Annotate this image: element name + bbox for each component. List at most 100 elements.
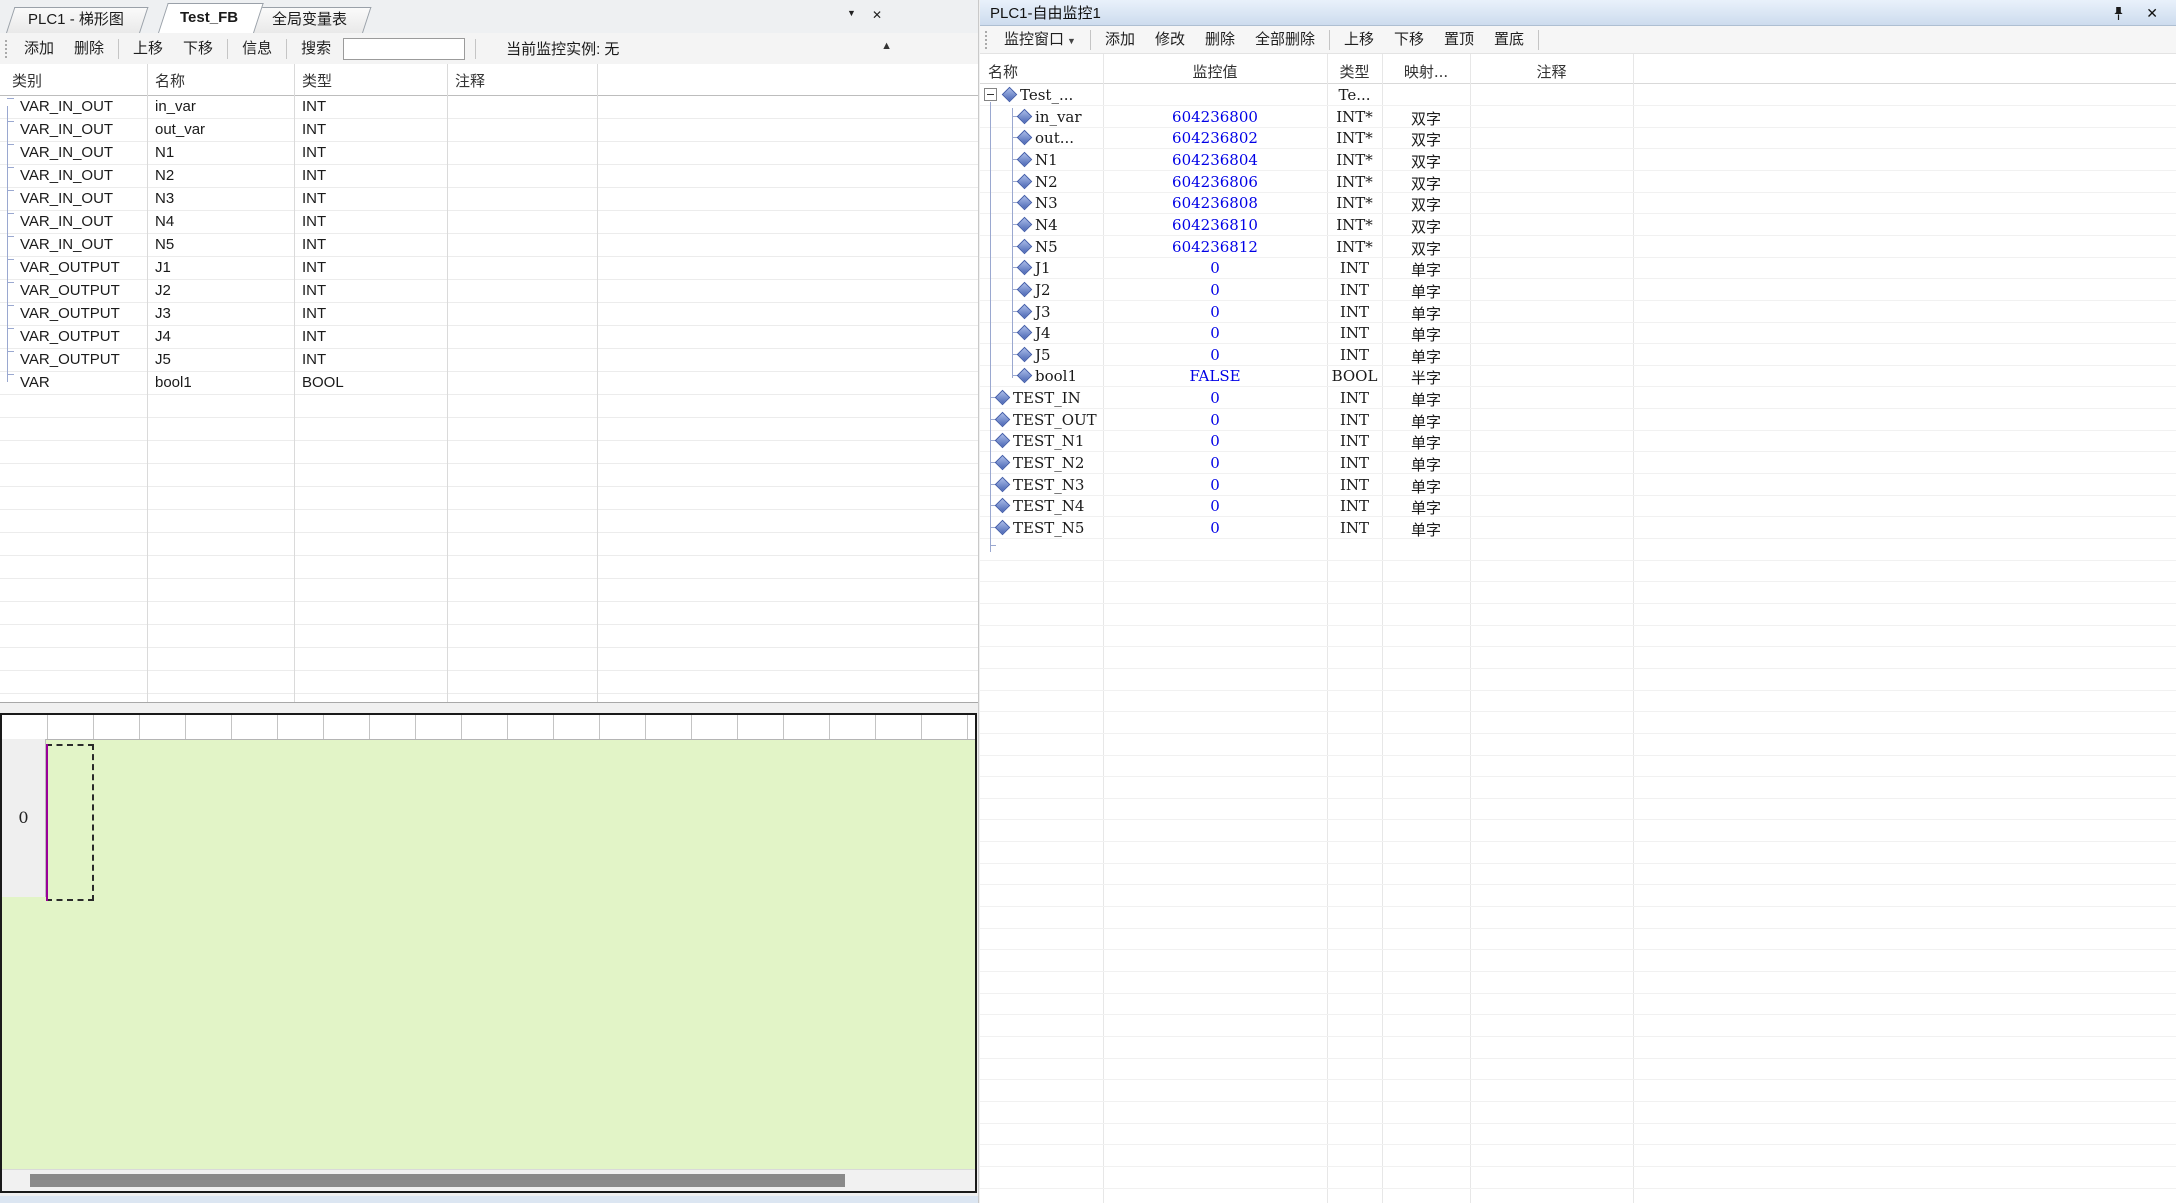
watch-row-item[interactable]: J30INT单字 xyxy=(980,301,2176,323)
watch-mapping-cell: 单字 xyxy=(1382,432,1470,453)
header-type[interactable]: 类型 xyxy=(302,70,332,91)
watch-row-item[interactable]: TEST_N50INT单字 xyxy=(980,517,2176,539)
watch-row-item[interactable]: J20INT单字 xyxy=(980,279,2176,301)
var-name-cell: J3 xyxy=(155,305,171,322)
tree-guide-line xyxy=(7,106,8,382)
watch-row-item[interactable]: TEST_N40INT单字 xyxy=(980,495,2176,517)
close-icon[interactable]: ✕ xyxy=(2146,5,2158,21)
delete-all-button[interactable]: 全部删除 xyxy=(1245,28,1325,52)
empty-watch-row xyxy=(980,604,2176,626)
var-type-cell: INT xyxy=(302,328,326,345)
watch-panel-controls: ✕ xyxy=(2113,5,2158,21)
toolbar-separator xyxy=(286,39,287,59)
pin-icon[interactable] xyxy=(2113,6,2124,21)
watch-row-item[interactable]: N4604236810INT*双字 xyxy=(980,214,2176,236)
monitor-window-menu-button[interactable]: 监控窗口▼ xyxy=(994,28,1086,52)
watch-name-cell: J5 xyxy=(1035,346,1051,364)
toolbar-separator xyxy=(475,39,476,59)
ladder-selected-cell[interactable] xyxy=(46,744,94,901)
tree-tick-icon xyxy=(7,213,14,214)
watch-row-item[interactable]: TEST_N10INT单字 xyxy=(980,430,2176,452)
column-divider[interactable] xyxy=(447,64,448,702)
tree-tick-icon xyxy=(7,351,14,352)
delete-watch-button[interactable]: 删除 xyxy=(1195,28,1245,52)
watch-row-item[interactable]: TEST_OUT0INT单字 xyxy=(980,409,2176,431)
add-watch-button[interactable]: 添加 xyxy=(1095,28,1145,52)
move-top-button[interactable]: 置顶 xyxy=(1434,28,1484,52)
watch-value-cell: 0 xyxy=(1103,476,1327,494)
watch-type-cell: INT* xyxy=(1327,173,1382,191)
tree-expander-collapse-icon[interactable] xyxy=(984,88,997,101)
move-down-button[interactable]: 下移 xyxy=(1384,28,1434,52)
header-category[interactable]: 类别 xyxy=(12,70,42,91)
column-divider[interactable] xyxy=(597,64,598,702)
watch-row-item[interactable]: J40INT单字 xyxy=(980,322,2176,344)
tab-list-dropdown-icon[interactable]: ▼ xyxy=(847,8,856,22)
variable-diamond-icon xyxy=(1017,217,1033,233)
header-comment[interactable]: 注释 xyxy=(455,70,485,91)
watch-name-cell: TEST_N2 xyxy=(1013,454,1084,472)
delete-variable-button[interactable]: 删除 xyxy=(64,37,114,61)
column-divider[interactable] xyxy=(294,64,295,702)
modify-watch-button[interactable]: 修改 xyxy=(1145,28,1195,52)
variable-diamond-icon xyxy=(995,411,1011,427)
column-divider[interactable] xyxy=(147,64,148,702)
watch-value-cell: 0 xyxy=(1103,303,1327,321)
move-up-button[interactable]: 上移 xyxy=(123,37,173,61)
move-up-button[interactable]: 上移 xyxy=(1334,28,1384,52)
watch-type-cell: INT* xyxy=(1327,216,1382,234)
watch-row-item[interactable]: in_var604236800INT*双字 xyxy=(980,106,2176,128)
add-variable-button[interactable]: 添加 xyxy=(14,37,64,61)
toolbar-separator xyxy=(118,39,119,59)
watch-row-item[interactable]: bool1FALSEBOOL半字 xyxy=(980,365,2176,387)
watch-row-item[interactable]: TEST_N20INT单字 xyxy=(980,452,2176,474)
tab-test-fb[interactable]: Test_FB xyxy=(158,3,254,33)
watch-row-item[interactable]: N2604236806INT*双字 xyxy=(980,171,2176,193)
search-label[interactable]: 搜索 xyxy=(291,37,341,61)
var-name-cell: J1 xyxy=(155,259,171,276)
watch-row-item[interactable]: J10INT单字 xyxy=(980,257,2176,279)
watch-mapping-cell: 单字 xyxy=(1382,324,1470,345)
tree-tick-icon xyxy=(7,305,14,306)
watch-type-cell: INT* xyxy=(1327,151,1382,169)
watch-name-cell: N1 xyxy=(1035,151,1058,169)
watch-row-item[interactable]: N5604236812INT*双字 xyxy=(980,236,2176,258)
empty-watch-row xyxy=(980,690,2176,712)
variable-diamond-icon xyxy=(1017,282,1033,298)
empty-watch-row xyxy=(980,712,2176,734)
scrollbar-thumb[interactable] xyxy=(30,1174,845,1187)
header-comment[interactable]: 注释 xyxy=(1470,61,1633,82)
ladder-canvas[interactable] xyxy=(2,739,975,1169)
watch-row-item[interactable]: Test_...Te... xyxy=(980,84,2176,106)
watch-row-item[interactable]: TEST_IN0INT单字 xyxy=(980,387,2176,409)
var-category-cell: VAR_IN_OUT xyxy=(20,213,113,230)
watch-type-cell: INT* xyxy=(1327,108,1382,126)
watch-row-item[interactable]: N3604236808INT*双字 xyxy=(980,192,2176,214)
header-mapping[interactable]: 映射... xyxy=(1382,61,1470,82)
header-name[interactable]: 名称 xyxy=(988,61,1018,82)
watch-type-cell: INT xyxy=(1327,432,1382,450)
watch-type-cell: INT xyxy=(1327,303,1382,321)
horizontal-scrollbar[interactable] xyxy=(2,1169,975,1191)
header-name[interactable]: 名称 xyxy=(155,70,185,91)
watch-row-item[interactable]: TEST_N30INT单字 xyxy=(980,474,2176,496)
header-watch-value[interactable]: 监控值 xyxy=(1103,61,1327,82)
collapse-panel-icon[interactable]: ▲ xyxy=(881,40,892,52)
watch-name-cell: TEST_N4 xyxy=(1013,497,1084,515)
watch-type-cell: INT xyxy=(1327,259,1382,277)
tab-close-icon[interactable]: ✕ xyxy=(872,8,882,22)
watch-row-item[interactable]: out...604236802INT*双字 xyxy=(980,127,2176,149)
search-input[interactable] xyxy=(343,38,465,60)
watch-row-item[interactable]: J50INT单字 xyxy=(980,344,2176,366)
tree-tick-icon xyxy=(7,190,14,191)
move-down-button[interactable]: 下移 xyxy=(173,37,223,61)
watch-name-cell: TEST_IN xyxy=(1013,389,1081,407)
watch-mapping-cell: 单字 xyxy=(1382,259,1470,280)
watch-row-item[interactable]: N1604236804INT*双字 xyxy=(980,149,2176,171)
move-bottom-button[interactable]: 置底 xyxy=(1484,28,1534,52)
ladder-rung-number[interactable]: 0 xyxy=(2,739,46,897)
header-type[interactable]: 类型 xyxy=(1327,61,1382,82)
tab-global-vars[interactable]: 全局变量表 xyxy=(250,7,363,33)
info-button[interactable]: 信息 xyxy=(232,37,282,61)
tab-plc1-ladder[interactable]: PLC1 - 梯形图 xyxy=(6,7,140,33)
